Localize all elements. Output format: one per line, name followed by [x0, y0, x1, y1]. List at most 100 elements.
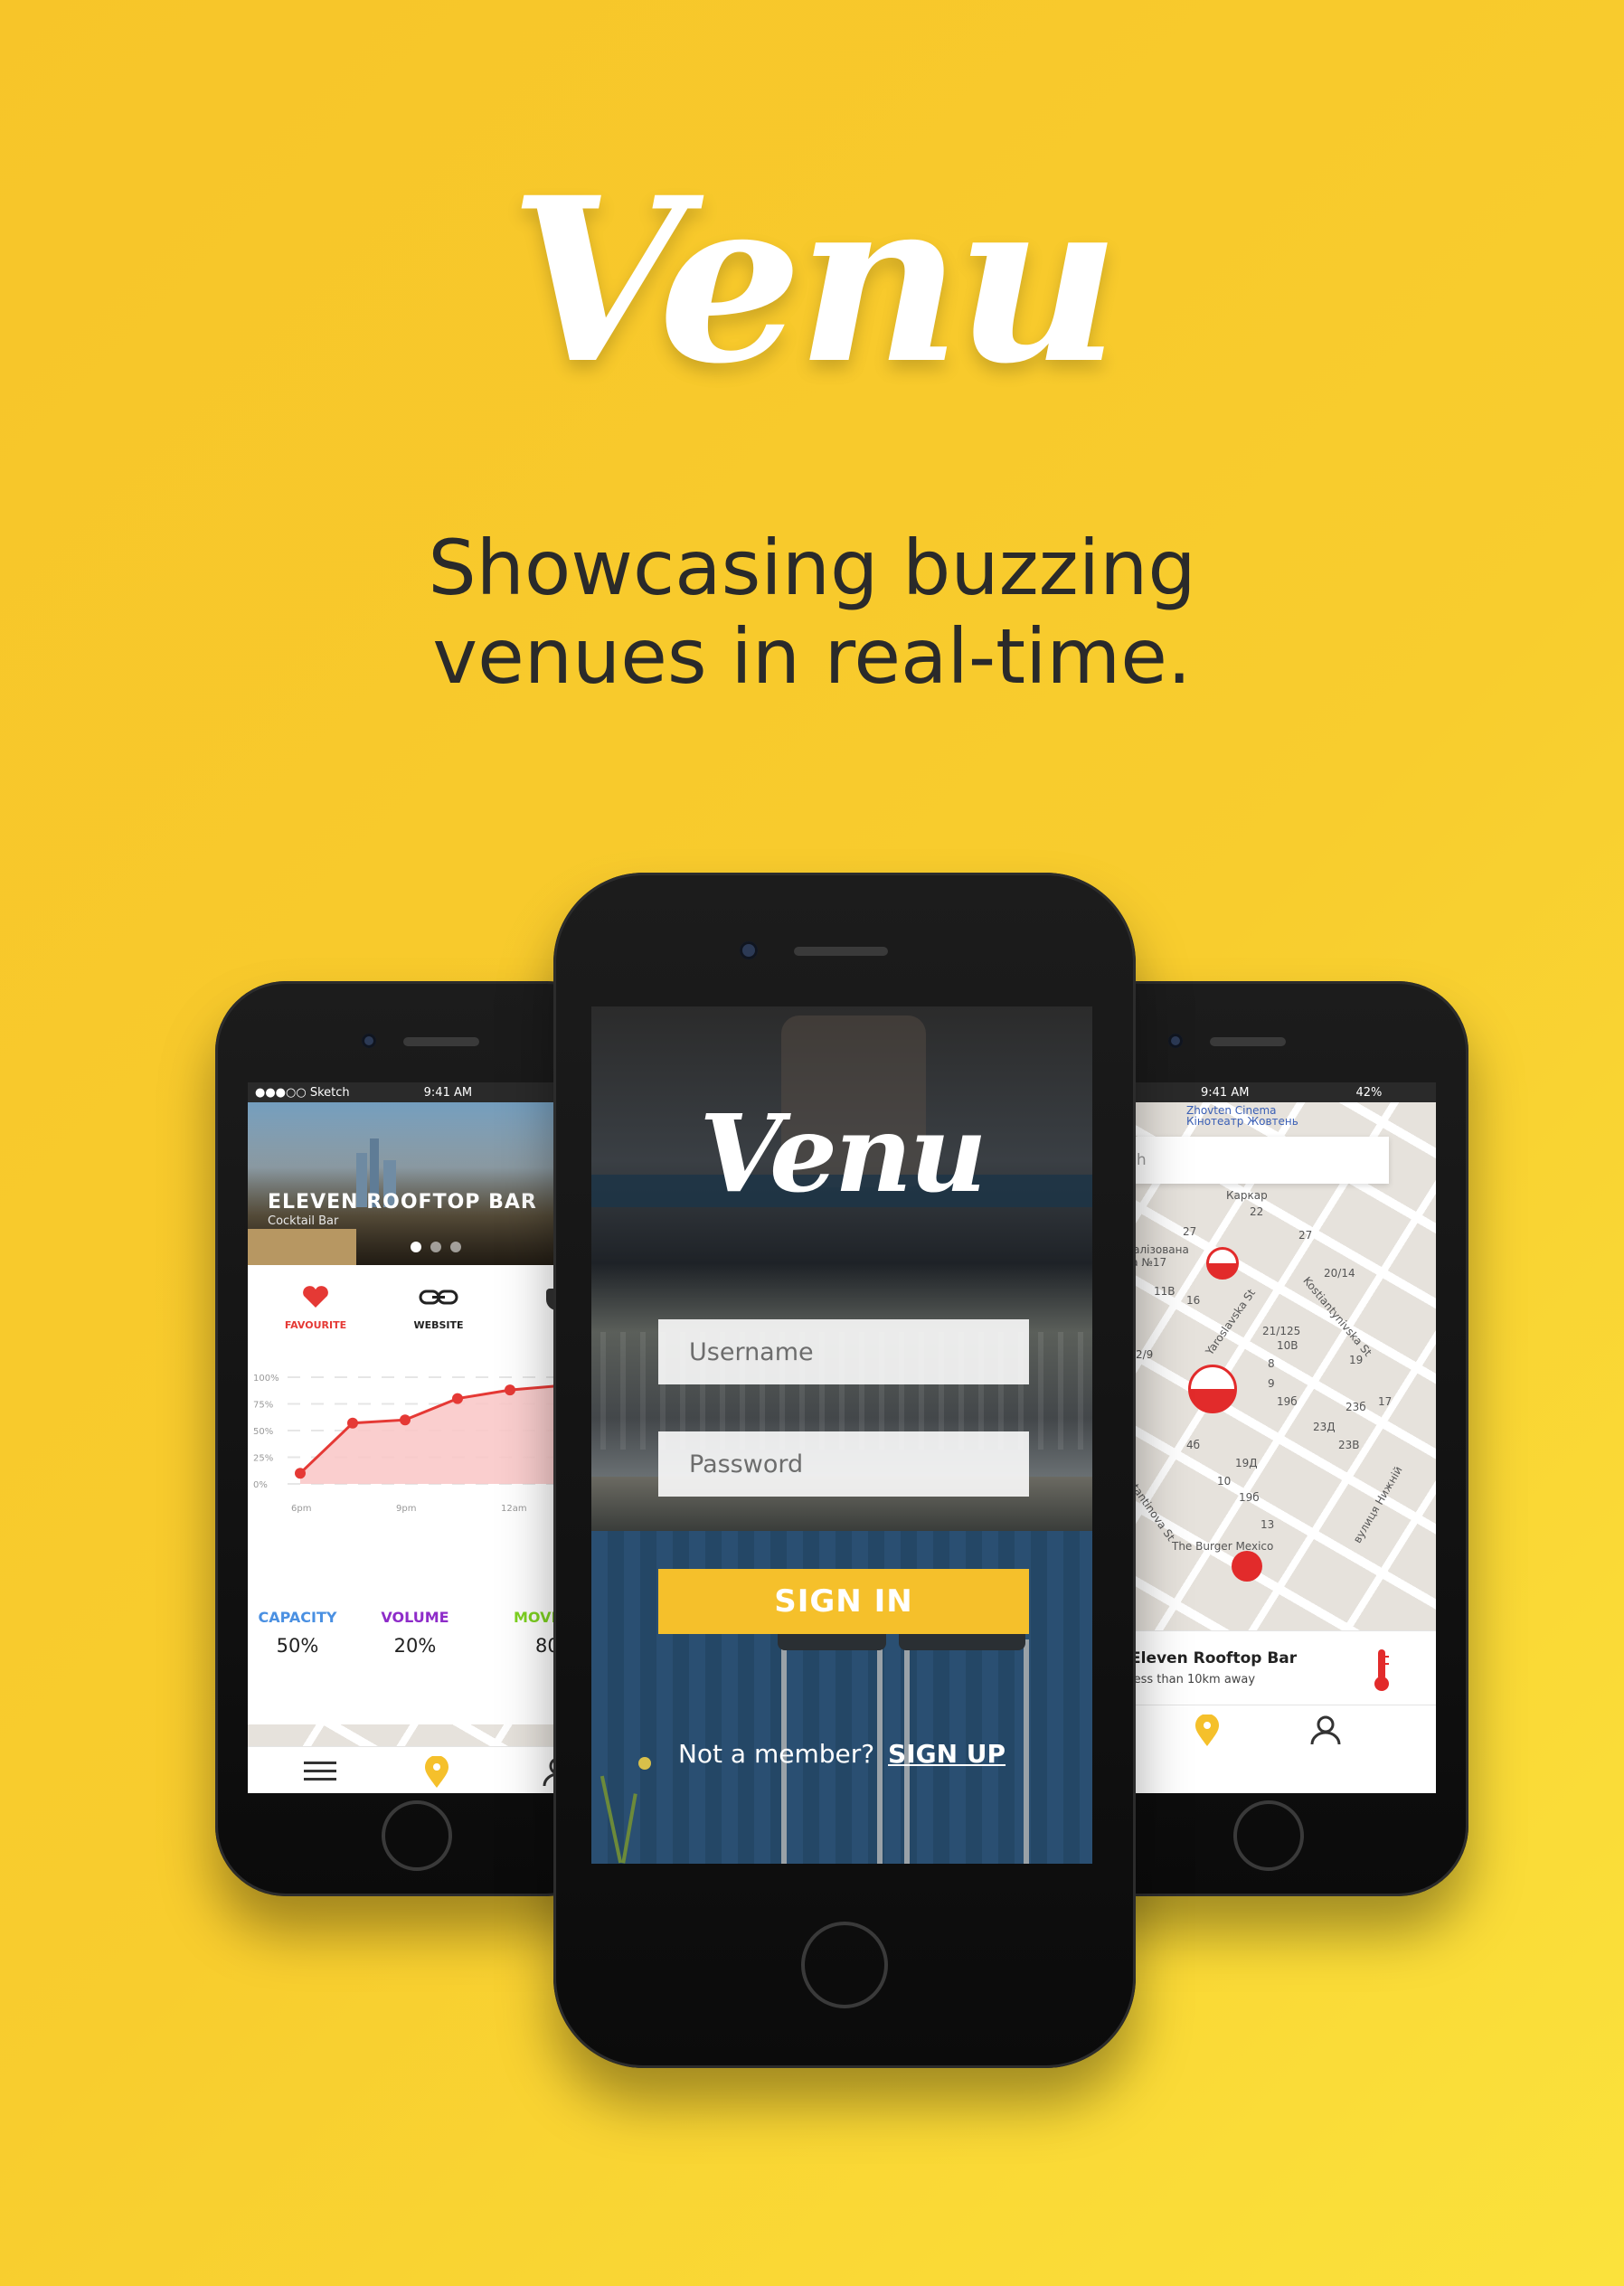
mini-map[interactable] [248, 1724, 584, 1746]
speaker-grille [403, 1037, 479, 1046]
stat-capacity-label: CAPACITY [258, 1609, 337, 1626]
map-label: 19Д [1235, 1457, 1258, 1469]
app-logo: Venu [699, 1091, 987, 1216]
venue-card-name: Eleven Rooftop Bar [1130, 1649, 1298, 1667]
map-label: 13 [1260, 1518, 1275, 1531]
x-tick-label: 12am [501, 1504, 527, 1514]
venue-name: ELEVEN ROOFTOP BAR [268, 1191, 537, 1214]
chart-point [347, 1417, 358, 1429]
venue-card[interactable]: Eleven Rooftop Bar less than 10km away [1100, 1630, 1436, 1705]
map-label: 19б [1277, 1395, 1298, 1408]
stat-capacity: CAPACITY 50% [257, 1609, 338, 1657]
y-tick-label: 100% [253, 1374, 279, 1384]
venue-marker[interactable] [1188, 1365, 1237, 1413]
occupancy-chart-svg: 100% 75% 50% 25% 0% 6pm 9pm 12am [253, 1374, 584, 1514]
venue-type: Cocktail Bar [268, 1214, 339, 1228]
left-screen: ●●●○○ Sketch 9:41 AM ELEVEN ROOFTOP BAR … [248, 1082, 584, 1793]
sign-up-link[interactable]: SIGN UP [888, 1739, 1006, 1769]
heart-icon [303, 1286, 328, 1308]
website-label: WEBSITE [413, 1319, 464, 1331]
home-button[interactable] [801, 1922, 888, 2008]
x-tick-label: 9pm [396, 1504, 416, 1514]
search-bar[interactable]: earch [1100, 1137, 1389, 1184]
password-input[interactable]: Password [658, 1431, 1029, 1497]
map-label: 27 [1183, 1225, 1197, 1238]
map-label: 4б [1186, 1439, 1201, 1451]
map-label: 20/14 [1324, 1267, 1355, 1280]
stat-volume-value: 20% [393, 1635, 437, 1657]
plant-decoration [591, 1748, 664, 1864]
carousel-dot-3[interactable] [450, 1242, 461, 1252]
map-label: 22 [1250, 1205, 1264, 1218]
speaker-grille [794, 947, 888, 956]
chart-point [295, 1468, 306, 1479]
carousel-dot-2[interactable] [430, 1242, 441, 1252]
favourite-label: FAVOURITE [284, 1319, 347, 1331]
map-label: Kostiantynivska St [1300, 1274, 1374, 1359]
stat-volume-label: VOLUME [381, 1609, 449, 1626]
map-label: 23б [1345, 1401, 1366, 1413]
speaker-grille [1210, 1037, 1286, 1046]
front-camera-icon [740, 941, 758, 959]
map-label: 11В [1154, 1285, 1176, 1298]
occupancy-chart: 100% 75% 50% 25% 0% 6pm 9pm 12am [248, 1370, 584, 1533]
stat-volume: VOLUME 20% [374, 1609, 456, 1657]
chart-point [505, 1384, 515, 1396]
venue-map[interactable]: Zhovten Cinema Кінотеатр Жовтень earch К… [1100, 1102, 1436, 1630]
venue-marker[interactable] [1206, 1247, 1239, 1280]
front-camera-icon [362, 1034, 376, 1048]
member-prompt-text: Not a member? [677, 1739, 875, 1769]
carrier-label: ●●●○○ Sketch [255, 1085, 350, 1100]
chart-point [400, 1414, 411, 1426]
map-label: 17 [1378, 1395, 1393, 1408]
map-label: Кінотеатр Жовтень [1186, 1115, 1298, 1128]
status-time: 9:41 AM [1201, 1085, 1250, 1100]
username-placeholder: Username [689, 1337, 814, 1366]
tagline-line-2: venues in real-time. [432, 612, 1192, 701]
venue-marker[interactable] [1232, 1551, 1262, 1582]
website-button[interactable]: WEBSITE [407, 1283, 470, 1331]
home-button[interactable] [382, 1800, 452, 1871]
map-label: 19б [1239, 1491, 1260, 1504]
hero-logo: Venu [509, 147, 1120, 413]
user-icon[interactable] [1309, 1714, 1342, 1745]
y-tick-label: 50% [253, 1427, 273, 1437]
home-button[interactable] [1233, 1800, 1304, 1871]
thermometer-icon [1374, 1649, 1389, 1691]
map-label: 23В [1338, 1439, 1360, 1451]
map-label: 10 [1217, 1475, 1232, 1488]
link-icon [419, 1289, 458, 1305]
front-camera-icon [1168, 1034, 1183, 1048]
favourite-button[interactable]: FAVOURITE [284, 1283, 347, 1331]
signup-prompt: Not a member? SIGN UP [591, 1739, 1092, 1769]
location-pin-icon[interactable] [1194, 1714, 1221, 1747]
status-bar: 9:41 AM 42% [1100, 1082, 1436, 1102]
chart-point [452, 1393, 463, 1404]
map-label: 23Д [1313, 1421, 1336, 1433]
status-bar: ●●●○○ Sketch 9:41 AM [248, 1082, 584, 1102]
venue-photo[interactable]: ELEVEN ROOFTOP BAR Cocktail Bar [248, 1102, 584, 1265]
map-label: 8 [1268, 1357, 1275, 1370]
status-time: 9:41 AM [423, 1085, 473, 1100]
map-label: 27 [1298, 1229, 1313, 1242]
tagline-line-1: Showcasing buzzing [428, 524, 1196, 612]
y-tick-label: 25% [253, 1454, 273, 1464]
venue-card-distance: less than 10km away [1130, 1673, 1256, 1686]
y-tick-label: 0% [253, 1480, 268, 1490]
right-screen: 9:41 AM 42% Zhovten Cinema Кінотеатр Жов… [1100, 1082, 1436, 1793]
stat-capacity-value: 50% [276, 1635, 319, 1657]
password-placeholder: Password [689, 1450, 804, 1478]
map-label: Каркар [1226, 1189, 1268, 1202]
center-phone: Venu Username Password SIGN IN Not a mem… [553, 873, 1136, 2068]
map-label: 10В [1277, 1339, 1298, 1352]
map-label: 21/125 [1262, 1325, 1301, 1337]
carousel-dot-1[interactable] [411, 1242, 421, 1252]
map-label: 9 [1268, 1377, 1275, 1390]
map-label: Yaroslavska St [1203, 1286, 1259, 1358]
location-pin-icon[interactable] [423, 1756, 450, 1789]
sign-in-button[interactable]: SIGN IN [658, 1569, 1029, 1634]
menu-icon[interactable] [304, 1760, 336, 1783]
username-input[interactable]: Username [658, 1319, 1029, 1384]
x-tick-label: 6pm [291, 1504, 311, 1514]
map-label: вулиця Нижній [1350, 1464, 1405, 1545]
